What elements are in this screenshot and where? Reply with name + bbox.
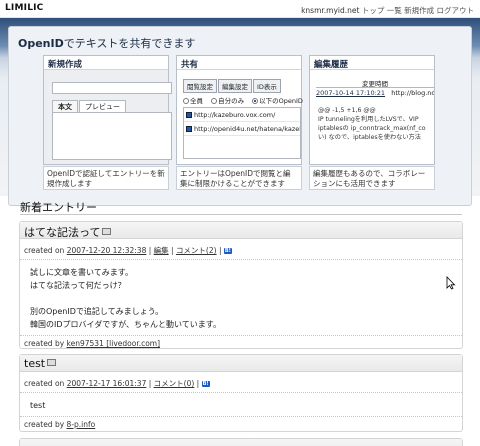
radio-all-label: 全員 (190, 97, 203, 105)
entry-header (20, 439, 462, 446)
comments-link[interactable]: コメント(2) (176, 246, 217, 255)
openid-list: http://kazeburo.vox.com/ http://openid4u… (183, 107, 301, 159)
entry-header: test (20, 355, 462, 372)
entry-card: はてな記法って created on 2007-12-20 12:32:38 |… (19, 221, 463, 349)
entry-date-link[interactable]: 2007-12-20 12:32:38 (67, 246, 147, 255)
entry-footer: created by ken97531 [livedoor.com] (20, 335, 462, 351)
checkbox-icon (186, 112, 192, 118)
feature-panel-share: 共有 閲覧設定 編集設定 ID表示 全員 自分のみ 以下のOpenID http:/… (176, 55, 303, 165)
window-icon[interactable] (102, 228, 112, 235)
panel-title: 新規作成 (44, 56, 168, 70)
entry-card (19, 438, 463, 446)
hatena-bookmark-icon[interactable]: B! (223, 248, 232, 254)
share-buttons: 閲覧設定 編集設定 ID表示 (183, 79, 282, 93)
nav-top-link[interactable]: トップ (362, 6, 385, 15)
checkbox-icon (186, 126, 192, 132)
entry-meta: created on 2007-12-17 16:01:37 | コメント(0)… (20, 372, 462, 393)
top-nav: knsmr.myid.net トップ 一覧 新規作成 ログアウト (299, 5, 474, 16)
entry-date-link[interactable]: 2007-12-17 16:01:37 (67, 379, 147, 388)
nav-logout-link[interactable]: ログアウト (437, 6, 475, 15)
radio-ids-label: 以下のOpenID (259, 97, 303, 105)
text-area-mock (52, 112, 172, 160)
history-row: 2007-10-14 17:10:21 http://blog.no (316, 89, 434, 97)
mouse-cursor-icon (446, 276, 456, 290)
entry-meta: created on 2007-12-20 12:32:38 | 編集 | コメ… (20, 239, 462, 260)
entry-title[interactable]: はてな記法って (24, 226, 100, 239)
section-title: 新着エントリー (20, 201, 97, 214)
window-icon[interactable] (47, 359, 57, 366)
panel-title: 共有 (177, 56, 301, 70)
share-radios: 全員 自分のみ 以下のOpenID (183, 95, 309, 105)
panel-caption-new: OpenIDで認証してエントリーを新規作成します (43, 166, 169, 190)
entry-header: はてな記法って (20, 222, 462, 239)
user-name: knsmr.myid.net (301, 6, 360, 15)
edit-link[interactable]: 編集 (154, 246, 169, 255)
radio-icon (183, 98, 189, 104)
radio-icon (211, 98, 218, 104)
diff-view: @@ -1,5 +1,6 @@ IP tunnelingを利用したLVSで、VI… (318, 107, 426, 141)
site-logo[interactable]: LIMILIC (5, 3, 43, 13)
view-settings-button: 閲覧設定 (183, 79, 217, 93)
panel-caption-history: 編集履歴もあるので、コラボレーションにも活用できます (309, 166, 435, 190)
edit-settings-button: 編集設定 (218, 79, 252, 93)
entry-card: test created on 2007-12-17 16:01:37 | コメ… (19, 354, 463, 432)
panel-title: 編集履歴 (310, 56, 434, 70)
hero-title: OpenIDでテキストを共有できます (18, 37, 196, 50)
entry-body: 試しに文章を書いてみます。 はてな記法って何だっけ？ 別のOpenIDで追記して… (30, 268, 221, 329)
radio-self-label: 自分のみ (218, 97, 245, 105)
divider (20, 214, 462, 215)
id-display-button: ID表示 (253, 79, 281, 93)
list-item: http://kazeburo.vox.com/ (184, 108, 300, 122)
entry-title[interactable]: test (24, 357, 45, 370)
panel-caption-share: エントリーはOpenIDで閲覧と編集に制限かけることができます (176, 166, 302, 190)
title-input-mock (52, 82, 172, 94)
feature-panel-history: 編集履歴 変更時間 2007-10-14 17:10:21 http://blo… (309, 55, 435, 165)
hatena-bookmark-icon[interactable]: B! (201, 381, 210, 387)
list-item: http://openid4u.net/hatena/kazeburo (184, 122, 300, 136)
comments-link[interactable]: コメント(0) (154, 379, 195, 388)
history-table-header: 変更時間 (316, 78, 434, 88)
history-url: http://blog.no (391, 89, 434, 97)
editor-tabs: 本文 プレビュー (52, 100, 127, 114)
nav-list-link[interactable]: 一覧 (387, 6, 402, 15)
radio-selected-icon (252, 98, 259, 104)
top-bar: LIMILIC knsmr.myid.net トップ 一覧 新規作成 ログアウト (0, 0, 480, 18)
nav-new-link[interactable]: 新規作成 (404, 6, 434, 15)
history-time: 2007-10-14 17:10:21 (316, 89, 386, 97)
entry-footer: created by 8-p.info (20, 416, 462, 432)
entry-body: test (30, 401, 46, 410)
author-link[interactable]: ken97531 [livedoor.com] (67, 339, 161, 348)
feature-panel-new: 新規作成 本文 プレビュー (43, 55, 172, 165)
author-link[interactable]: 8-p.info (67, 420, 96, 429)
